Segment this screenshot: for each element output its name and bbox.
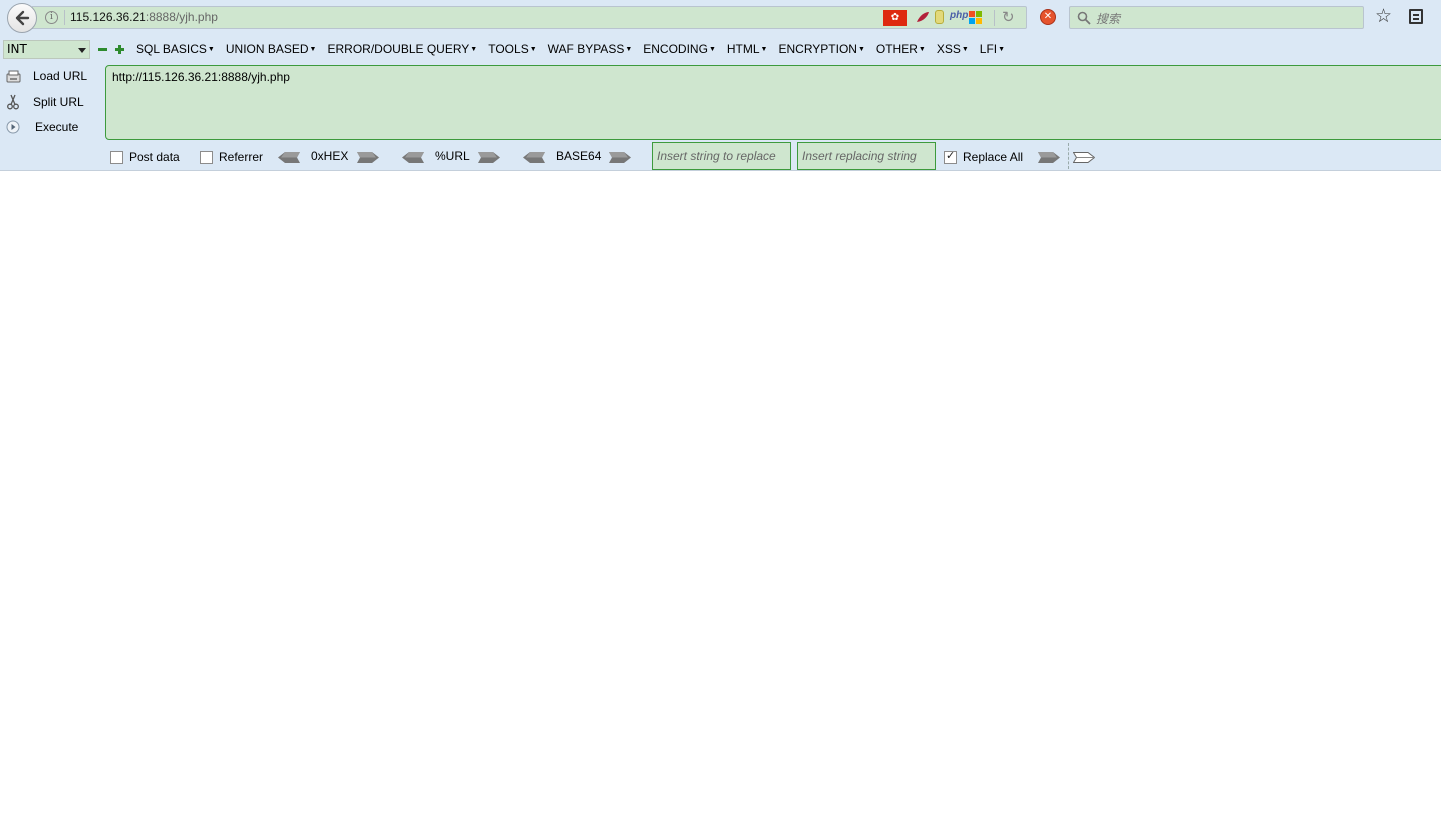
hex-label: 0xHEX: [311, 149, 349, 163]
reload-icon[interactable]: ↻: [1002, 8, 1015, 26]
back-arrow-icon: [15, 10, 30, 26]
replacing-string-input[interactable]: Insert replacing string: [797, 142, 936, 170]
split-url-button[interactable]: Split URL: [5, 92, 100, 112]
menu-label: LFI: [979, 42, 998, 56]
execute-button[interactable]: Execute: [5, 117, 100, 137]
back-button[interactable]: [7, 3, 37, 33]
menu-label: SQL BASICS: [136, 42, 207, 56]
hong-kong-flag-icon[interactable]: ✿: [883, 10, 907, 26]
base64-decode-arrow-icon[interactable]: [523, 152, 545, 163]
dropdown-arrow-icon: ▼: [207, 46, 215, 53]
post-data-checkbox[interactable]: [110, 151, 123, 164]
referrer-label: Referrer: [219, 150, 264, 164]
menu-union-based[interactable]: UNION BASED▼: [226, 42, 317, 56]
navigation-bar: i 115.126.36.21:8888/yjh.php ✿ php ↻ ✕ 搜…: [0, 0, 1441, 35]
replace-next-arrow-icon[interactable]: [1073, 152, 1095, 163]
menu-label: UNION BASED: [225, 42, 309, 56]
hackbar-toolbar: INT SQL BASICS▼ UNION BASED▼ ERROR/DOUBL…: [0, 35, 1441, 171]
win-tile: [969, 18, 975, 24]
menu-encoding[interactable]: ENCODING▼: [643, 42, 716, 56]
hackbar-options-row: Post data Referrer 0xHEX %URL BASE64 Ins…: [108, 142, 1441, 170]
hackbar-menu: SQL BASICS▼ UNION BASED▼ ERROR/DOUBLE QU…: [136, 42, 1016, 56]
url-encode-arrow-icon[interactable]: [478, 152, 500, 163]
menu-label: ENCODING: [643, 42, 708, 56]
int-select[interactable]: INT: [3, 40, 90, 59]
search-placeholder: 搜索: [1096, 12, 1121, 26]
options-separator: [1068, 143, 1069, 169]
menu-encryption[interactable]: ENCRYPTION▼: [778, 42, 864, 56]
menu-lfi[interactable]: LFI▼: [980, 42, 1005, 56]
load-url-label: Load URL: [33, 69, 88, 83]
dropdown-arrow-icon: ▼: [918, 46, 926, 53]
reload-separator: [994, 10, 995, 26]
execute-label: Execute: [35, 120, 79, 134]
bookmark-star-icon[interactable]: ☆: [1375, 6, 1392, 26]
php-icon[interactable]: php: [950, 10, 968, 21]
scissors-icon: [5, 94, 21, 110]
menu-label: ERROR/DOUBLE QUERY: [327, 42, 470, 56]
url-path: :8888/yjh.php: [145, 10, 218, 24]
split-url-label: Split URL: [33, 95, 84, 109]
url-separator: [64, 10, 65, 25]
windows-logo-icon[interactable]: [969, 11, 983, 25]
library-icon[interactable]: [1409, 9, 1423, 24]
menu-label: OTHER: [875, 42, 918, 56]
dropdown-arrow-icon: ▼: [625, 46, 633, 53]
referrer-checkbox[interactable]: [200, 151, 213, 164]
menu-label: HTML: [726, 42, 760, 56]
post-data-label: Post data: [129, 150, 180, 164]
load-url-button[interactable]: Load URL: [5, 66, 100, 86]
hex-decode-arrow-icon[interactable]: [278, 152, 300, 163]
chevron-down-icon: [78, 48, 86, 53]
page-content: [0, 172, 1441, 821]
feather-icon[interactable]: [916, 11, 930, 23]
url-host: 115.126.36.21: [70, 10, 146, 24]
url-textarea[interactable]: http://115.126.36.21:8888/yjh.php: [105, 65, 1441, 140]
replace-string-input[interactable]: Insert string to replace: [652, 142, 791, 170]
dropdown-arrow-icon: ▼: [961, 46, 969, 53]
replace-all-checkbox[interactable]: [944, 149, 957, 164]
hex-encode-arrow-icon[interactable]: [357, 152, 379, 163]
dropdown-arrow-icon: ▼: [309, 46, 317, 53]
dropdown-arrow-icon: ▼: [470, 46, 478, 53]
url-decode-arrow-icon[interactable]: [402, 152, 424, 163]
play-icon: [5, 119, 21, 135]
menu-label: TOOLS: [488, 42, 529, 56]
win-tile: [969, 11, 975, 17]
decrease-icon[interactable]: [98, 45, 107, 54]
load-url-icon: [5, 68, 21, 84]
menu-sql-basics[interactable]: SQL BASICS▼: [136, 42, 215, 56]
menu-html[interactable]: HTML▼: [727, 42, 768, 56]
menu-tools[interactable]: TOOLS▼: [488, 42, 536, 56]
menu-label: XSS: [936, 42, 961, 56]
base64-label: BASE64: [556, 149, 602, 163]
replace-arrow-icon[interactable]: [1038, 152, 1060, 163]
address-bar[interactable]: i 115.126.36.21:8888/yjh.php ✿ php ↻: [32, 6, 1027, 29]
base64-encode-arrow-icon[interactable]: [609, 152, 631, 163]
menu-other[interactable]: OTHER▼: [876, 42, 926, 56]
int-select-value: INT: [7, 42, 27, 56]
menu-label: ENCRYPTION: [778, 42, 857, 56]
dropdown-arrow-icon: ▼: [529, 46, 537, 53]
dropdown-arrow-icon: ▼: [998, 46, 1006, 53]
padlock-icon[interactable]: [935, 10, 944, 24]
dropdown-arrow-icon: ▼: [857, 46, 865, 53]
win-tile: [976, 18, 982, 24]
win-tile: [976, 11, 982, 17]
search-bar[interactable]: 搜索: [1069, 6, 1364, 29]
menu-waf-bypass[interactable]: WAF BYPASS▼: [548, 42, 633, 56]
menu-error-double-query[interactable]: ERROR/DOUBLE QUERY▼: [327, 42, 477, 56]
address-text[interactable]: 115.126.36.21:8888/yjh.php: [70, 10, 218, 24]
dropdown-arrow-icon: ▼: [708, 46, 716, 53]
url-encode-label: %URL: [435, 149, 470, 163]
menu-xss[interactable]: XSS▼: [937, 42, 969, 56]
replace-all-label: Replace All: [963, 150, 1024, 164]
menu-label: WAF BYPASS: [547, 42, 625, 56]
search-icon: [1077, 11, 1091, 25]
info-icon[interactable]: i: [45, 11, 58, 24]
noscript-icon[interactable]: ✕: [1040, 9, 1056, 25]
increase-icon[interactable]: [115, 45, 124, 54]
dropdown-arrow-icon: ▼: [760, 46, 768, 53]
